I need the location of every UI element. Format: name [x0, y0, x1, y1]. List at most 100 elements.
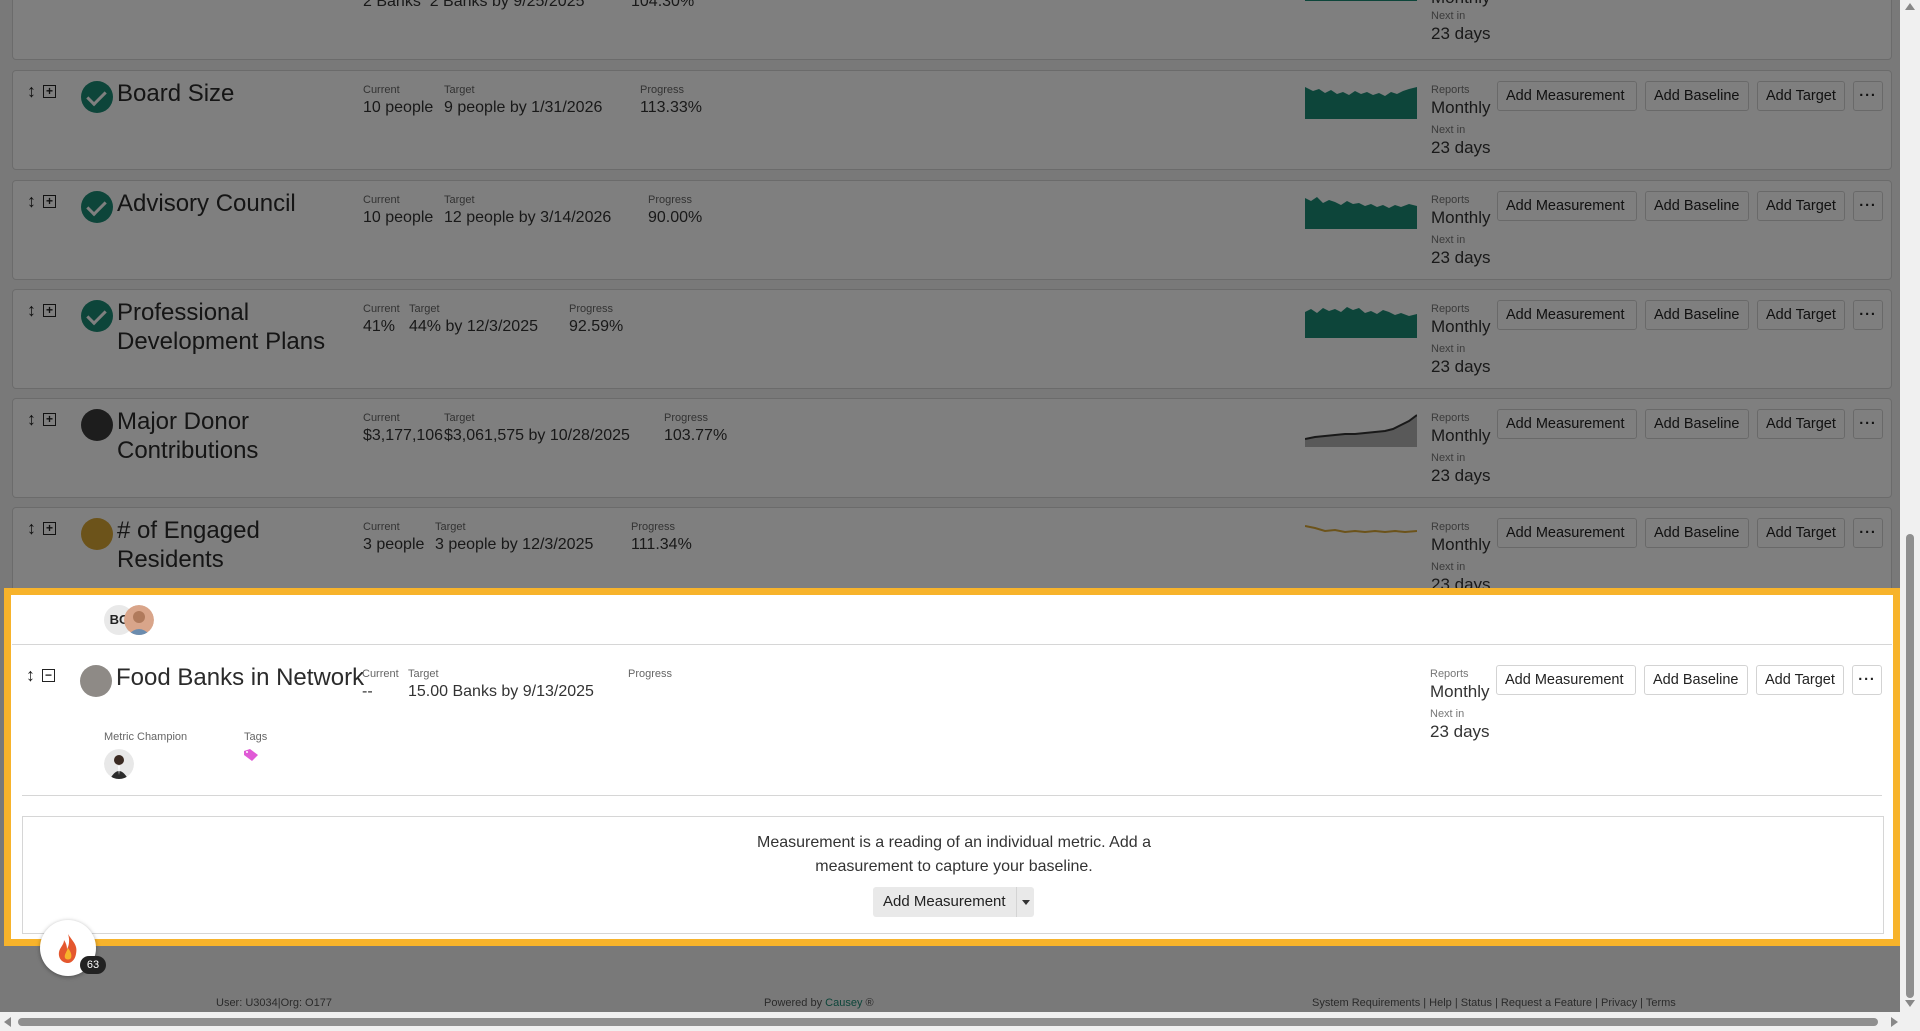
next-in-label: Next in: [1431, 124, 1466, 136]
status-neutral-icon: [81, 409, 113, 441]
next-in-label: Next in: [1431, 561, 1466, 573]
next-in-value: 23 days: [1431, 575, 1491, 594]
next-in-label: Next in: [1431, 343, 1466, 355]
collapse-icon[interactable]: −: [42, 668, 55, 682]
metric-card-professional-development-plans[interactable]: ↕ + Professional Development Plans Curren…: [12, 289, 1892, 389]
reports-label: Reports: [1431, 84, 1470, 96]
add-target-button[interactable]: Add Target: [1757, 300, 1845, 330]
expand-icon[interactable]: +: [43, 303, 56, 317]
current-value: 41%: [363, 318, 396, 335]
current-label: Current: [363, 84, 400, 96]
add-measurement-button[interactable]: Add Measurement: [1497, 518, 1637, 548]
add-measurement-button[interactable]: Add Measurement: [1497, 300, 1637, 330]
metric-name[interactable]: Board Size: [117, 79, 367, 108]
metric-name[interactable]: Major Donor Contributions: [117, 407, 367, 465]
metric-name[interactable]: Food Banks in Network: [116, 663, 366, 692]
metric-name[interactable]: # of Engaged Residents: [117, 516, 367, 574]
add-target-button[interactable]: Add Target: [1756, 665, 1844, 695]
current-value: 3 people: [363, 536, 425, 553]
target-label: Target: [444, 194, 475, 206]
tag-icon[interactable]: [244, 749, 258, 761]
reports-frequency: Monthly: [1431, 208, 1491, 227]
more-options-button[interactable]: ···: [1853, 518, 1883, 548]
metric-card-board-size[interactable]: ↕ + Board Size Current 10 people Target 9 p…: [12, 70, 1892, 170]
status-on-track-icon: [81, 191, 113, 223]
expand-icon[interactable]: +: [43, 412, 56, 426]
add-baseline-button[interactable]: Add Baseline: [1645, 518, 1749, 548]
footer-user-info: User: U3034|Org: O177: [216, 997, 332, 1009]
add-baseline-button[interactable]: Add Baseline: [1645, 300, 1749, 330]
drag-handle-icon[interactable]: ↕: [27, 410, 37, 428]
expand-icon[interactable]: +: [43, 521, 56, 535]
progress-value: 113.33%: [640, 99, 702, 116]
add-target-button[interactable]: Add Target: [1757, 81, 1845, 111]
progress-label: Progress: [628, 668, 673, 680]
add-target-button[interactable]: Add Target: [1757, 191, 1845, 221]
current-value: 2 Banks: [363, 0, 421, 10]
more-options-button[interactable]: ···: [1852, 665, 1882, 695]
chevron-down-icon[interactable]: [1015, 887, 1034, 917]
more-options-button[interactable]: ···: [1853, 409, 1883, 439]
metric-name[interactable]: Professional Development Plans: [117, 298, 367, 356]
drag-handle-icon[interactable]: ↕: [27, 519, 37, 537]
add-measurement-button[interactable]: Add Measurement: [1497, 81, 1637, 111]
sparkline: [1305, 197, 1417, 229]
add-baseline-button[interactable]: Add Baseline: [1644, 665, 1748, 695]
add-target-button[interactable]: Add Target: [1757, 518, 1845, 548]
brand-link[interactable]: Causey: [825, 997, 862, 1009]
reports-frequency: Monthly: [1431, 317, 1491, 336]
status-no-data-icon: [80, 665, 112, 697]
champion-avatar[interactable]: [104, 749, 134, 779]
metric-card-major-donor-contributions[interactable]: ↕ + Major Donor Contributions Current $3,1…: [12, 398, 1892, 498]
more-options-button[interactable]: ···: [1853, 300, 1883, 330]
metric-name[interactable]: Advisory Council: [117, 189, 367, 218]
add-target-button[interactable]: Add Target: [1757, 409, 1845, 439]
target-label: Target: [409, 303, 440, 315]
target-value: 15.00 Banks by 9/13/2025: [408, 683, 594, 700]
status-on-track-icon: [81, 300, 113, 332]
drag-handle-icon[interactable]: ↕: [27, 192, 37, 210]
horizontal-scrollbar[interactable]: [0, 1012, 1920, 1031]
drag-handle-icon[interactable]: ↕: [27, 82, 37, 100]
footer-links[interactable]: System Requirements | Help | Status | Re…: [1312, 997, 1676, 1009]
expand-icon[interactable]: +: [43, 84, 56, 98]
sparkline: [1305, 0, 1417, 1]
scroll-down-icon[interactable]: [1905, 1000, 1915, 1007]
scroll-right-icon[interactable]: [1891, 1017, 1898, 1027]
add-baseline-button[interactable]: Add Baseline: [1645, 81, 1749, 111]
sparkline: [1305, 307, 1417, 338]
next-in-label: Next in: [1430, 708, 1465, 720]
add-measurement-split-button[interactable]: Add Measurement: [873, 887, 1034, 917]
more-options-button[interactable]: ···: [1853, 81, 1883, 111]
add-measurement-button[interactable]: Add Measurement: [1497, 409, 1637, 439]
next-in-value: 23 days: [1431, 466, 1491, 485]
current-value: 10 people: [363, 99, 434, 116]
status-warning-icon: [81, 518, 113, 550]
target-value: 3 people by 12/3/2025: [435, 536, 594, 553]
add-measurement-button[interactable]: Add Measurement: [1497, 191, 1637, 221]
target-value: 12 people by 3/14/2026: [444, 209, 612, 226]
progress-label: Progress: [640, 84, 685, 96]
expand-icon[interactable]: +: [43, 194, 56, 208]
footer: User: U3034|Org: O177 Powered by Causey …: [0, 990, 1900, 1012]
drag-handle-icon[interactable]: ↕: [26, 666, 36, 684]
champion-avatar[interactable]: [124, 605, 154, 635]
add-baseline-button[interactable]: Add Baseline: [1645, 409, 1749, 439]
drag-handle-icon[interactable]: ↕: [27, 301, 37, 319]
scroll-up-icon[interactable]: [1905, 3, 1915, 10]
more-options-button[interactable]: ···: [1853, 191, 1883, 221]
horizontal-scroll-thumb[interactable]: [18, 1018, 1878, 1026]
next-in-value: 23 days: [1431, 138, 1491, 157]
reports-label: Reports: [1431, 521, 1470, 533]
footer-powered-by: Powered by Causey ®: [764, 997, 874, 1009]
target-value: 44% by 12/3/2025: [409, 318, 538, 335]
add-measurement-main-button[interactable]: Add Measurement: [873, 887, 1016, 917]
add-baseline-button[interactable]: Add Baseline: [1645, 191, 1749, 221]
scroll-left-icon[interactable]: [4, 1017, 11, 1027]
progress-value: 104.30%: [631, 0, 695, 10]
vertical-scrollbar[interactable]: [1900, 0, 1920, 1012]
next-in-label: Next in: [1431, 10, 1466, 22]
add-measurement-button[interactable]: Add Measurement: [1496, 665, 1636, 695]
vertical-scroll-thumb[interactable]: [1906, 534, 1914, 998]
metric-card-advisory-council[interactable]: ↕ + Advisory Council Current 10 people Tar…: [12, 180, 1892, 280]
